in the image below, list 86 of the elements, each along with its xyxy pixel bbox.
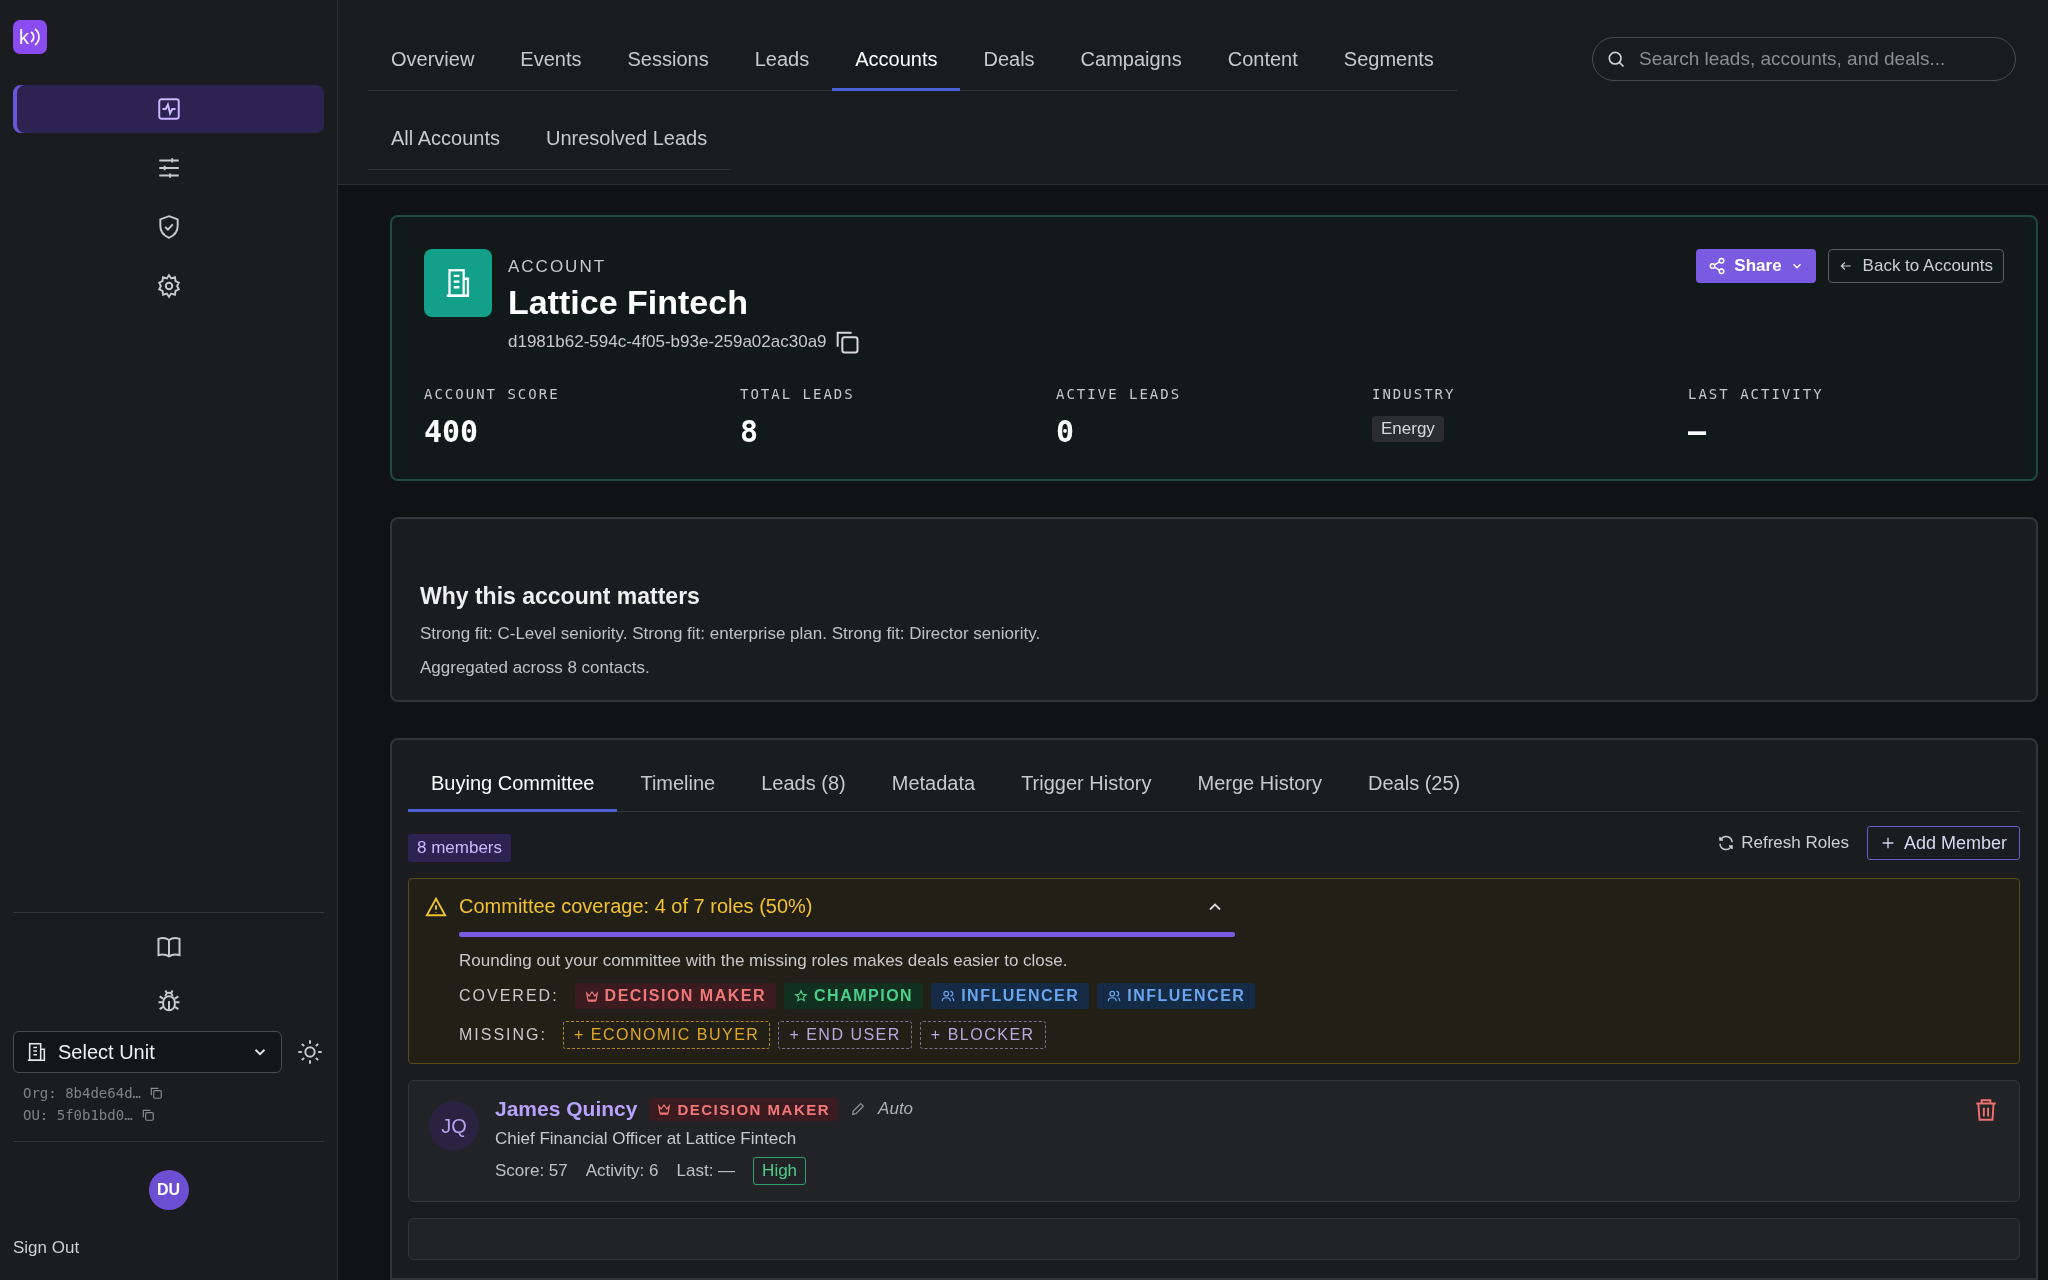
account-label: ACCOUNT [508, 257, 608, 277]
people-icon [1107, 989, 1122, 1003]
stat-value: 400 [424, 414, 480, 449]
star-icon [794, 989, 809, 1003]
sub-tab[interactable]: Unresolved Leads [522, 117, 731, 170]
nav-tab[interactable]: Segments [1320, 38, 1457, 91]
activity-icon [155, 96, 182, 122]
missing-role-tag[interactable]: + END USER [778, 1021, 912, 1049]
share-icon [1708, 257, 1727, 275]
stat-label: ACTIVE LEADS [1056, 386, 1183, 402]
add-member-button[interactable]: Add Member [1866, 826, 2020, 860]
user-avatar[interactable]: DU [148, 1170, 189, 1210]
sign-out-link[interactable]: Sign Out [13, 1238, 80, 1258]
nav-tab[interactable]: Content [1204, 38, 1321, 91]
theme-toggle-icon[interactable] [296, 1038, 324, 1066]
stat-label: LAST ACTIVITY [1688, 386, 1825, 402]
insight-text: Strong fit: C-Level seniority. Strong fit: enterprise plan. Strong fit: Director seniority. [420, 624, 1042, 644]
crown-icon [584, 989, 599, 1003]
role-tag: INFLUENCER [931, 983, 1090, 1009]
stat-label: ACCOUNT SCORE [424, 386, 561, 402]
coverage-description: Rounding out your committee with the missing roles makes deals easier to close. [459, 951, 1069, 971]
covered-label: COVERED: [459, 987, 559, 1005]
delete-icon[interactable] [1973, 1097, 1999, 1123]
insight-title: Why this account matters [420, 583, 701, 610]
search-field[interactable]: Search leads, accounts, and deals... [1592, 37, 2016, 81]
member-activity: Activity: 6 [585, 1161, 659, 1181]
member-avatar: JQ [429, 1101, 479, 1151]
account-id: d1981b62-594c-4f05-b93e-259a02ac30a9 [508, 332, 827, 352]
stat-value: 0 [1056, 414, 1076, 449]
section-tab[interactable]: Buying Committee [408, 758, 618, 812]
industry-tag: Energy [1372, 416, 1444, 442]
section-tab[interactable]: Trigger History [998, 758, 1175, 812]
role-tag: INFLUENCER [1097, 983, 1256, 1009]
refresh-roles-button[interactable]: Refresh Roles [1711, 832, 1855, 854]
member-name[interactable]: James Quincy [495, 1097, 638, 1121]
member-count-badge: 8 members [408, 834, 512, 862]
nav-tab[interactable]: Accounts [832, 38, 961, 91]
crown-icon [657, 1102, 672, 1116]
copy-icon[interactable] [140, 1108, 155, 1122]
missing-label: MISSING: [459, 1026, 547, 1044]
role-tag: DECISION MAKER [574, 983, 777, 1009]
org-id: Org: 8b4de64d… [23, 1085, 141, 1101]
app-logo[interactable]: k [13, 20, 47, 54]
missing-role-tag[interactable]: + BLOCKER [919, 1021, 1046, 1049]
stat-value: 8 [740, 414, 760, 449]
arrow-left-icon [1838, 259, 1853, 273]
refresh-icon [1717, 834, 1736, 852]
stat-label: INDUSTRY [1372, 386, 1457, 402]
building-icon [26, 1041, 48, 1063]
priority-badge: High [753, 1157, 807, 1185]
nav-tab[interactable]: Sessions [604, 38, 732, 91]
nav-item[interactable] [13, 85, 324, 133]
copy-icon[interactable] [149, 1086, 163, 1100]
role-tag: CHAMPION [784, 983, 924, 1009]
member-score: Score: 57 [495, 1161, 568, 1181]
member-last-activity: Last: — [676, 1161, 736, 1181]
member-title: Chief Financial Officer at Lattice Fintech [495, 1129, 798, 1149]
share-button[interactable]: Share [1696, 249, 1816, 283]
nav-tab[interactable]: Overview [368, 38, 498, 91]
building-icon [424, 249, 492, 317]
settings-icon [155, 273, 182, 299]
section-tab[interactable]: Timeline [617, 758, 739, 812]
role-source: Auto [878, 1099, 914, 1119]
stat-label: TOTAL LEADS [740, 386, 856, 402]
nav-tab[interactable]: Leads [731, 38, 833, 91]
missing-role-tag[interactable]: + ECONOMIC BUYER [563, 1021, 771, 1049]
nav-tab[interactable]: Events [497, 38, 605, 91]
role-tag: DECISION MAKER [649, 1097, 839, 1121]
unit-select[interactable]: Select Unit [13, 1031, 282, 1073]
section-tab[interactable]: Merge History [1174, 758, 1345, 812]
sub-tab[interactable]: All Accounts [368, 117, 523, 170]
nav-tab[interactable]: Campaigns [1057, 38, 1205, 91]
account-name: Lattice Fintech [508, 283, 749, 322]
ou-id: OU: 5f0b1bd0… [23, 1107, 133, 1123]
back-button[interactable]: Back to Accounts [1827, 249, 2004, 283]
people-icon [941, 989, 956, 1003]
stat-value: — [1688, 414, 1708, 449]
pencil-icon[interactable] [850, 1101, 867, 1117]
section-tab[interactable]: Metadata [868, 758, 999, 812]
section-tab[interactable]: Leads (8) [738, 758, 869, 812]
nav-tab[interactable]: Deals [960, 38, 1058, 91]
warning-icon [425, 895, 447, 918]
coverage-title: Committee coverage: 4 of 7 roles (50%) [459, 895, 814, 918]
section-tab[interactable]: Deals (25) [1345, 758, 1484, 812]
insight-text: Aggregated across 8 contacts. [420, 658, 651, 678]
search-icon [1606, 49, 1626, 69]
